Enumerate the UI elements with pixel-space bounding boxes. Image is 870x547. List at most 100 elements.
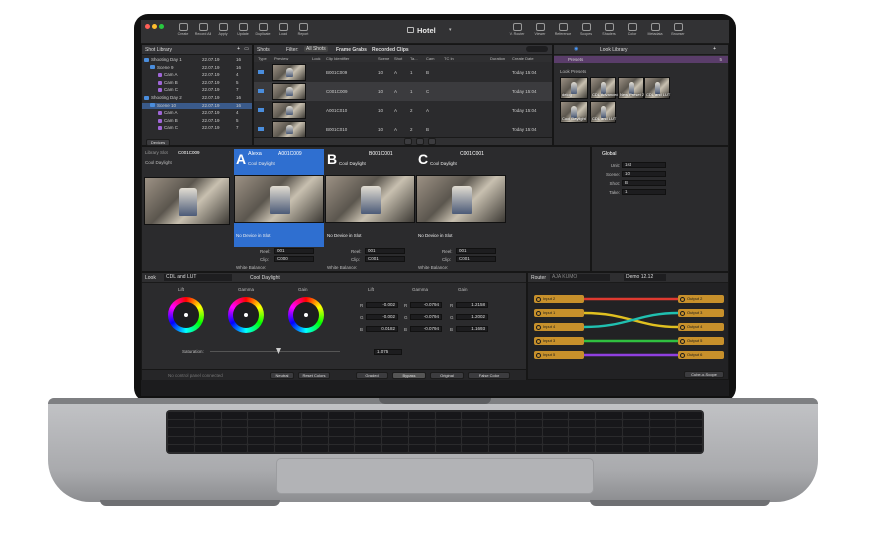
- wheel-handle[interactable]: [304, 313, 308, 317]
- filter-recorded-clips[interactable]: Recorded Clips: [372, 47, 409, 53]
- clip-field[interactable]: C001: [456, 256, 496, 262]
- reset-colors-button[interactable]: Reset Colors: [298, 372, 330, 379]
- devices-button[interactable]: Devices: [146, 139, 170, 146]
- zoom-icon[interactable]: [428, 138, 436, 145]
- router-demo-select[interactable]: Demo 12.12: [624, 274, 666, 281]
- column-header[interactable]: Clip Identifier: [326, 56, 349, 61]
- column-header[interactable]: TC In: [444, 56, 454, 61]
- saturation-value[interactable]: 1.075: [374, 349, 402, 355]
- table-row[interactable]: A001C010 10 A 2 A Today 15:04: [254, 101, 552, 120]
- library-slot-preview[interactable]: [144, 177, 230, 225]
- filter-all-shots[interactable]: All Shots: [304, 46, 328, 52]
- toolbar-right-button-2[interactable]: Reference: [551, 23, 575, 36]
- gamma-value[interactable]: -0.0794: [410, 302, 442, 308]
- mode-original[interactable]: Original: [430, 372, 464, 379]
- lift-value[interactable]: 0.0182: [366, 326, 398, 332]
- gain-value[interactable]: 1.2002: [456, 314, 488, 320]
- filter-frame-grabs[interactable]: Frame Grabs: [336, 47, 367, 53]
- chevron-down-icon[interactable]: ▾: [449, 27, 452, 33]
- toolbar-right-button-7[interactable]: Browser: [666, 23, 690, 36]
- tree-item[interactable]: Scene 9 22.07.19 16: [142, 65, 252, 71]
- gamma-value[interactable]: -0.0794: [410, 314, 442, 320]
- tree-item[interactable]: Cam B 22.07.19 5: [142, 80, 252, 86]
- router-output-node[interactable]: Output 6: [678, 351, 724, 359]
- toolbar-right-button-5[interactable]: Color: [620, 23, 644, 36]
- camera-slot-C[interactable]: C C001C001 Cool Daylight No Device in Slot R…: [416, 149, 506, 271]
- add-icon[interactable]: +: [237, 46, 240, 52]
- global-field-value[interactable]: B: [622, 180, 666, 186]
- gain-color-wheel[interactable]: [288, 297, 324, 333]
- column-header[interactable]: Preview: [274, 56, 288, 61]
- router-input-node[interactable]: Input 3: [534, 337, 584, 345]
- router-input-node[interactable]: Input 1: [534, 309, 584, 317]
- toolbar-right-button-3[interactable]: Scopes: [574, 23, 598, 36]
- tree-item[interactable]: Cam A 22.07.19 4: [142, 72, 252, 78]
- wheel-handle[interactable]: [244, 313, 248, 317]
- lift-color-wheel[interactable]: [168, 297, 204, 333]
- column-header[interactable]: Lock: [312, 56, 320, 61]
- global-field-value[interactable]: 10: [622, 171, 666, 177]
- tree-item[interactable]: Scene 10 22.07.19 16: [142, 102, 252, 109]
- presets-folder[interactable]: Presets: [568, 57, 583, 62]
- router-output-node[interactable]: Output 3: [678, 309, 724, 317]
- tree-item[interactable]: Cam B 22.07.19 5: [142, 118, 252, 124]
- global-field-value[interactable]: 1: [622, 189, 666, 195]
- lift-value[interactable]: -0.002: [366, 302, 398, 308]
- table-row[interactable]: B001C009 10 A 1 B Today 15:04: [254, 63, 552, 82]
- gamma-color-wheel[interactable]: [228, 297, 264, 333]
- gamma-value[interactable]: -0.0794: [410, 326, 442, 332]
- router-input-node[interactable]: Input 5: [534, 351, 584, 359]
- wheel-handle[interactable]: [184, 313, 188, 317]
- router-device-select[interactable]: AJA KUMO: [550, 274, 610, 281]
- cube-o-scope-button[interactable]: Cube-o-Scope: [684, 371, 724, 378]
- toolbar-right-button-4[interactable]: Shaders: [597, 23, 621, 36]
- mode-false-color[interactable]: False Color: [468, 372, 510, 379]
- list-view-icon[interactable]: [416, 138, 424, 145]
- look-preset-tile[interactable]: CDL and LUT: [644, 77, 670, 99]
- column-header[interactable]: Ta...: [410, 56, 418, 61]
- gain-value[interactable]: 1.1693: [456, 326, 488, 332]
- column-header[interactable]: Type: [258, 56, 267, 61]
- router-input-node[interactable]: Input 4: [534, 323, 584, 331]
- router-output-node[interactable]: Output 4: [678, 323, 724, 331]
- reel-field[interactable]: 001: [274, 248, 314, 254]
- minimize-window-button[interactable]: [152, 24, 157, 29]
- clip-field[interactable]: C001: [365, 256, 405, 262]
- router-input-node[interactable]: Input 2: [534, 295, 584, 303]
- look-preset-tile[interactable]: CDL Advanced: [590, 77, 619, 99]
- tree-item[interactable]: Cam C 22.07.19 7: [142, 87, 252, 93]
- mode-graded[interactable]: Graded: [356, 372, 388, 379]
- sync-icon[interactable]: ◉: [574, 46, 578, 52]
- tree-item[interactable]: Cam C 22.07.19 7: [142, 125, 252, 131]
- zoom-window-button[interactable]: [159, 24, 164, 29]
- toolbar-right-button-0[interactable]: V. Router: [505, 23, 529, 36]
- reel-field[interactable]: 001: [365, 248, 405, 254]
- neutral-button[interactable]: Neutral: [270, 372, 294, 379]
- toolbar-right-button-1[interactable]: Viewer: [528, 23, 552, 36]
- column-header[interactable]: Create Date: [512, 56, 534, 61]
- tree-item[interactable]: Shooting Day 1 22.07.19 16: [142, 57, 252, 63]
- column-header[interactable]: Shot: [394, 56, 402, 61]
- toolbar-button-6[interactable]: Report: [291, 23, 315, 36]
- camera-slot-B[interactable]: B B001C001 Cool Daylight No Device in Slot R…: [325, 149, 415, 271]
- tree-item[interactable]: Shooting Day 2 22.07.19 16: [142, 95, 252, 101]
- look-preset-tile[interactable]: Cool Daylight: [560, 101, 588, 123]
- shots-search-field[interactable]: [526, 46, 548, 52]
- look-preset-select[interactable]: CDL and LUT: [164, 274, 232, 281]
- look-preset-tile[interactable]: delog: [560, 77, 588, 99]
- table-row[interactable]: C001C009 10 A 1 C Today 15:04: [254, 82, 552, 101]
- toolbar-right-button-6[interactable]: Metadata: [643, 23, 667, 36]
- look-preset-tile[interactable]: New Preset 2: [618, 77, 644, 99]
- look-preset-tile[interactable]: CDL and LUT: [590, 101, 616, 123]
- grid-view-icon[interactable]: [404, 138, 412, 145]
- project-title[interactable]: Hotel: [417, 26, 436, 35]
- mode-bypass[interactable]: Bypass: [392, 372, 426, 379]
- column-header[interactable]: Duration: [490, 56, 505, 61]
- global-field-value[interactable]: 1st: [622, 162, 666, 168]
- close-window-button[interactable]: [145, 24, 150, 29]
- router-output-node[interactable]: Output 5: [678, 337, 724, 345]
- column-header[interactable]: Cam: [426, 56, 434, 61]
- camera-slot-A[interactable]: A Alexa A001C009 Cool Daylight No Device in …: [234, 149, 324, 271]
- folder-add-icon[interactable]: ▭: [244, 46, 249, 52]
- add-icon[interactable]: +: [713, 46, 716, 52]
